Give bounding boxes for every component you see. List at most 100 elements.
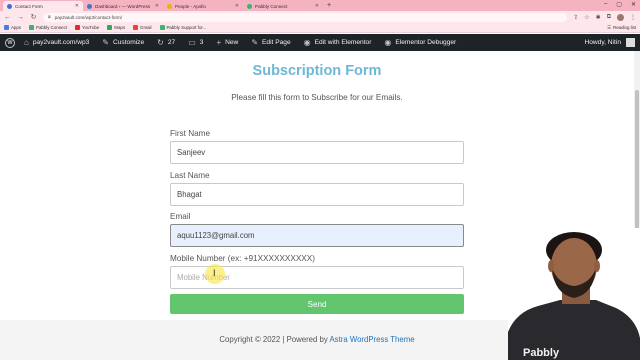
edit-page-label: Edit Page: [262, 39, 291, 46]
admin-elementor-link[interactable]: ◉ Edit with Elementor: [304, 38, 372, 47]
admin-updates-link[interactable]: ↻ 27: [157, 38, 175, 47]
profile-avatar[interactable]: [617, 13, 624, 21]
tab-dashboard[interactable]: Dashboard ‹ — WordPress ✕: [83, 1, 163, 11]
presenter-image: [508, 228, 640, 360]
tab-title: Pabbly Connect: [255, 3, 288, 9]
bookmark-pabbly-connect[interactable]: Pabbly Connect: [29, 25, 67, 30]
mobile-label: Mobile Number (ex: +91XXXXXXXXXX): [170, 254, 315, 263]
pabbly-icon: [29, 25, 35, 30]
back-icon[interactable]: ←: [4, 14, 11, 21]
lock-icon[interactable]: 🔒︎: [48, 14, 51, 20]
howdy-label: Howdy, Nitin: [584, 39, 621, 46]
avatar: [626, 38, 635, 47]
email-field[interactable]: aquu1123@gmail.com: [170, 224, 464, 247]
admin-site-link[interactable]: ⌂ pay2vault.com/wp3: [24, 38, 89, 47]
new-label: New: [225, 39, 239, 46]
reading-list-label: Reading list: [613, 25, 636, 30]
debugger-label: Elementor Debugger: [395, 39, 457, 46]
home-icon: ⌂: [24, 38, 29, 47]
extensions-icon[interactable]: ✱: [596, 14, 601, 21]
tab-title: Contact Form: [15, 3, 43, 9]
brush-icon: ✎: [102, 38, 109, 47]
form-title: Subscription Form: [252, 63, 382, 79]
minimize-icon[interactable]: –: [604, 1, 607, 8]
maps-icon: [107, 25, 113, 30]
tab-favicon: [167, 3, 172, 9]
elementor-label: Edit with Elementor: [314, 39, 372, 46]
tab-contact-form[interactable]: Contact Form ✕: [3, 1, 83, 11]
window-controls: – ▢ ✕: [604, 1, 636, 8]
astra-theme-link[interactable]: Astra WordPress Theme: [329, 335, 414, 344]
reading-list-icon: ☰: [607, 24, 612, 30]
youtube-icon: [75, 25, 81, 30]
reading-list-button[interactable]: ☰ Reading list: [607, 25, 636, 31]
admin-debugger-link[interactable]: ◉ Elementor Debugger: [384, 38, 456, 47]
email-label: Email: [170, 212, 191, 221]
first-name-field[interactable]: Sanjeev: [170, 141, 464, 164]
bookmark-label: Maps: [114, 25, 126, 30]
browser-window: Contact Form ✕ Dashboard ‹ — WordPress ✕…: [0, 0, 640, 360]
bookmark-maps[interactable]: Maps: [107, 25, 125, 30]
bookmark-youtube[interactable]: YouTube: [75, 25, 99, 30]
tab-pabbly[interactable]: Pabbly Connect ✕: [243, 1, 323, 11]
address-bar-row: ← → ↻ 🔒︎ pay2vault.com/wp3/contact-form/…: [0, 11, 640, 23]
admin-account-link[interactable]: Howdy, Nitin: [584, 38, 635, 47]
url-input[interactable]: 🔒︎ pay2vault.com/wp3/contact-form/: [43, 12, 568, 22]
bookmark-pabbly-support[interactable]: Pabbly Support for...: [159, 25, 207, 30]
last-name-field[interactable]: Bhagat: [170, 183, 464, 206]
updates-icon: ↻: [157, 38, 164, 47]
bookmark-label: Gmail: [140, 25, 152, 30]
elementor-icon: ◉: [384, 38, 392, 47]
bookmark-gmail[interactable]: Gmail: [133, 25, 152, 30]
maximize-icon[interactable]: ▢: [616, 1, 622, 8]
tab-favicon: [87, 3, 92, 9]
share-icon[interactable]: ⇪: [573, 14, 578, 21]
toolbar-icons: ⇪ ☆ ✱ ⧉ ⋮: [573, 13, 636, 21]
bookmark-apps[interactable]: Apps: [4, 25, 21, 30]
close-window-icon[interactable]: ✕: [631, 1, 636, 8]
admin-new-link[interactable]: + New: [216, 38, 238, 47]
close-tab-icon[interactable]: ✕: [315, 3, 319, 9]
close-tab-icon[interactable]: ✕: [75, 3, 79, 9]
tab-favicon: [247, 3, 252, 9]
plus-icon: +: [216, 38, 222, 47]
customize-label: Customize: [113, 39, 145, 46]
new-tab-button[interactable]: +: [323, 1, 335, 11]
star-icon[interactable]: ☆: [584, 14, 589, 21]
gmail-icon: [133, 25, 139, 30]
text-cursor-icon: I: [213, 268, 216, 278]
wp-admin-bar: W ⌂ pay2vault.com/wp3 ✎ Customize ↻ 27 ▭…: [0, 34, 640, 51]
puzzle-icon[interactable]: ⧉: [607, 14, 611, 21]
form-subtitle: Please fill this form to Subscribe for o…: [231, 93, 403, 102]
pencil-icon: ✎: [251, 38, 259, 47]
webcam-overlay: Pabbly: [508, 228, 640, 360]
comment-icon: ▭: [188, 38, 196, 47]
close-tab-icon[interactable]: ✕: [235, 3, 239, 9]
forward-icon[interactable]: →: [17, 14, 24, 21]
url-text: pay2vault.com/wp3/contact-form/: [54, 14, 123, 20]
close-tab-icon[interactable]: ✕: [155, 3, 159, 9]
send-button[interactable]: Send: [170, 294, 464, 314]
tab-title: People - Apollo: [175, 3, 206, 9]
menu-icon[interactable]: ⋮: [630, 14, 636, 21]
site-label: pay2vault.com/wp3: [32, 39, 90, 46]
elementor-icon: ◉: [303, 38, 311, 47]
bookmark-label: Apps: [11, 25, 22, 30]
shirt-logo-text: Pabbly: [523, 347, 560, 359]
apps-icon: [4, 25, 9, 30]
admin-customize-link[interactable]: ✎ Customize: [102, 38, 144, 47]
admin-comments-link[interactable]: ▭ 3: [188, 38, 203, 47]
tab-title: Dashboard ‹ — WordPress: [95, 3, 151, 9]
bookmark-label: Pabbly Support for...: [166, 25, 207, 30]
updates-count: 27: [167, 39, 176, 46]
reload-icon[interactable]: ↻: [30, 13, 37, 21]
first-name-label: First Name: [170, 129, 211, 138]
pabbly-icon: [159, 25, 165, 30]
wordpress-icon[interactable]: W: [5, 37, 15, 48]
bookmark-label: YouTube: [82, 25, 100, 30]
tab-strip: Contact Form ✕ Dashboard ‹ — WordPress ✕…: [0, 0, 640, 11]
admin-edit-page-link[interactable]: ✎ Edit Page: [251, 38, 290, 47]
comments-count: 3: [199, 39, 204, 46]
bookmark-label: Pabbly Connect: [36, 25, 68, 30]
tab-apollo[interactable]: People - Apollo ✕: [163, 1, 243, 11]
